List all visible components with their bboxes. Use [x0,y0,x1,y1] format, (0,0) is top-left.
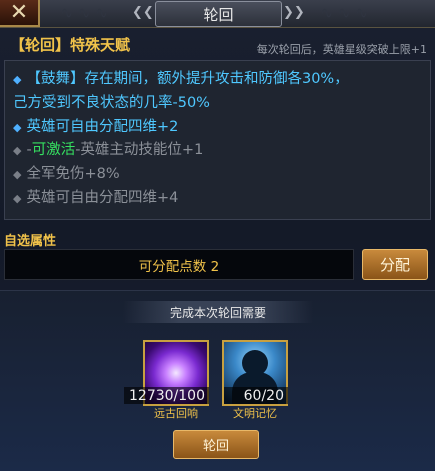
requirements-banner: 完成本次轮回需要 [123,301,313,323]
item-count: 60/20 [224,387,288,404]
title-bar: ✕ ∿∿∿ ∿∿∿ ❮❮ 轮回 ❯❯ [0,0,435,28]
diamond-bullet-icon: ◆ [13,121,22,134]
effect-stat-free-2: ◆ 英雄可自由分配四维+4 [13,190,179,206]
effect-army-immunity: ◆ 全军免伤+8% [13,166,120,182]
item-count: 12730/100 [124,387,209,404]
effect-stat-free: ◆ 英雄可自由分配四维+2 [13,119,179,135]
close-icon: ✕ [9,0,29,25]
diamond-bullet-icon: ◆ [13,144,22,157]
item-name: 远古回响 [154,407,198,420]
talent-title: 【轮回】特殊天赋 [10,36,131,54]
effect-drum-line2: 己方受到不良状态的几率-50% [13,95,210,111]
effect-panel: ◆ 【鼓舞】存在期间，额外提升攻击和防御各30%， 己方受到不良状态的几率-50%… [4,60,431,220]
ornament-right-icon: ❯❯ [283,5,305,20]
custom-attribute-label: 自选属性 [4,234,57,249]
item-name: 文明记忆 [233,407,277,420]
close-button[interactable]: ✕ [0,0,40,27]
diamond-bullet-icon: ◆ [13,168,22,181]
decorative-swirl-icon: ∿∿∿ [320,3,373,22]
diamond-bullet-icon: ◆ [13,192,22,205]
effect-activatable: ◆ -可激活-英雄主动技能位+1 [13,142,204,158]
ornament-left-icon: ❮❮ [132,5,154,20]
reincarnation-window: ✕ ∿∿∿ ∿∿∿ ❮❮ 轮回 ❯❯ 【轮回】特殊天赋 每次轮回后，英雄星级突破… [0,0,435,471]
breakthrough-hint: 每次轮回后，英雄星级突破上限+1 [256,43,427,56]
decorative-swirl-icon: ∿∿∿ [60,3,113,22]
assignable-points-field: 可分配点数 2 [4,249,354,280]
assign-button[interactable]: 分配 [362,249,428,280]
reincarnate-button[interactable]: 轮回 [173,430,259,459]
window-title: 轮回 [155,1,282,27]
effect-drum: ◆ 【鼓舞】存在期间，额外提升攻击和防御各30%， [13,71,349,87]
diamond-bullet-icon: ◆ [13,73,22,86]
